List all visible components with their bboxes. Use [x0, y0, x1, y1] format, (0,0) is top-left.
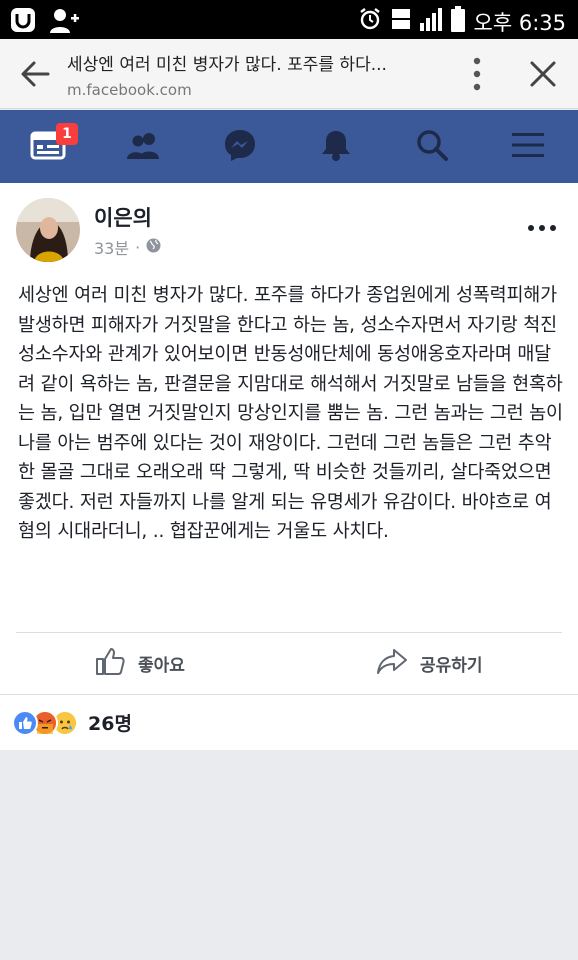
clock-time: 오후 6:35 — [473, 10, 566, 35]
nav-notifications[interactable] — [288, 110, 384, 183]
hamburger-menu-icon — [512, 132, 544, 162]
post-card: 이은의 33분 · 세상엔 여러 미친 병자가 많다. 포주를 하다가 종업원에… — [0, 183, 578, 750]
signal-icon — [419, 7, 442, 36]
share-label: 공유하기 — [420, 655, 483, 676]
facebook-nav-bar: 1 — [0, 110, 578, 183]
close-icon[interactable] — [528, 59, 558, 89]
divider — [0, 694, 578, 695]
post-options-icon[interactable] — [526, 219, 558, 231]
reaction-summary[interactable]: 26명 — [12, 709, 132, 736]
like-label: 좋아요 — [138, 655, 185, 676]
reaction-count: 26명 — [88, 713, 132, 735]
nav-search[interactable] — [384, 110, 480, 183]
messenger-icon — [223, 128, 257, 166]
battery-icon — [450, 6, 465, 37]
post-meta: 33분 · — [94, 235, 161, 259]
separator-dot: · — [135, 237, 141, 257]
more-vertical-icon[interactable] — [466, 56, 488, 92]
globe-icon — [146, 238, 161, 257]
avatar[interactable] — [16, 198, 80, 262]
back-arrow-icon[interactable] — [18, 57, 52, 91]
page-title: 세상엔 여러 미친 병자가 많다. 포주를 하다... — [67, 55, 387, 75]
like-button[interactable]: 좋아요 — [94, 643, 185, 683]
share-button[interactable]: 공유하기 — [376, 643, 483, 683]
lte-icon — [391, 7, 411, 36]
post-author[interactable]: 이은의 — [94, 202, 152, 232]
add-person-icon — [50, 7, 80, 37]
browser-toolbar: 세상엔 여러 미친 병자가 많다. 포주를 하다... m.facebook.c… — [0, 39, 578, 109]
bell-icon — [320, 128, 352, 166]
nav-friends[interactable] — [96, 110, 192, 183]
post-timestamp[interactable]: 33분 — [94, 235, 129, 259]
friends-icon — [127, 131, 161, 163]
alarm-icon — [358, 7, 382, 36]
nav-menu[interactable] — [480, 110, 576, 183]
like-reaction-icon — [12, 709, 38, 736]
thumbs-up-icon — [94, 645, 126, 682]
notification-badge: 1 — [56, 123, 78, 145]
nav-messenger[interactable] — [192, 110, 288, 183]
page-url: m.facebook.com — [67, 81, 192, 99]
divider — [16, 632, 562, 633]
post-body-text: 세상엔 여러 미친 병자가 많다. 포주를 하다가 종업원에게 성폭력피해가 발… — [18, 285, 563, 542]
share-arrow-icon — [376, 647, 408, 680]
search-icon — [415, 128, 449, 166]
status-bar: 오후 6:35 — [0, 0, 578, 39]
nav-news-feed[interactable]: 1 — [0, 110, 96, 183]
app-u-icon — [10, 7, 36, 37]
